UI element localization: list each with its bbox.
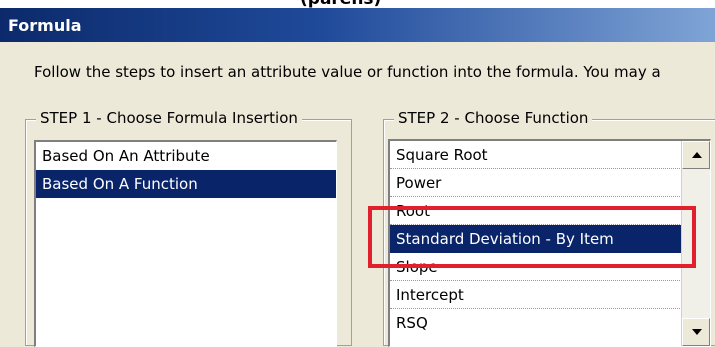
list-item[interactable]: Root (390, 197, 682, 225)
step2-label: STEP 2 - Choose Function (394, 109, 593, 127)
list-item[interactable]: Power (390, 169, 682, 197)
list-item[interactable]: Intercept (390, 281, 682, 309)
cropped-text-strip: (parens) (0, 0, 715, 8)
step1-group: STEP 1 - Choose Formula Insertion Based … (25, 109, 352, 347)
step2-list[interactable]: Square Root Power Root Standard Deviatio… (388, 139, 711, 347)
window-title: Formula (8, 16, 82, 35)
list-item[interactable]: Based On An Attribute (36, 142, 336, 170)
step1-list[interactable]: Based On An Attribute Based On A Functio… (34, 140, 337, 347)
scroll-up-icon (692, 152, 702, 158)
list-item[interactable]: RSQ (390, 309, 682, 337)
instructions-text: Follow the steps to insert an attribute … (34, 63, 661, 81)
title-bar: Formula (0, 8, 715, 42)
step1-label: STEP 1 - Choose Formula Insertion (36, 109, 302, 127)
vertical-scrollbar[interactable] (681, 141, 710, 346)
scroll-down-icon (692, 329, 702, 335)
scroll-up-button[interactable] (682, 141, 710, 169)
list-item-selected[interactable]: Based On A Function (36, 170, 336, 198)
list-item[interactable]: Square Root (390, 141, 682, 169)
list-item-selected[interactable]: Standard Deviation - By Item (390, 225, 682, 253)
scroll-down-button[interactable] (682, 318, 710, 346)
list-item[interactable]: Slope (390, 253, 682, 281)
step2-group: STEP 2 - Choose Function Square Root Pow… (383, 109, 715, 347)
step2-items: Square Root Power Root Standard Deviatio… (390, 141, 682, 337)
